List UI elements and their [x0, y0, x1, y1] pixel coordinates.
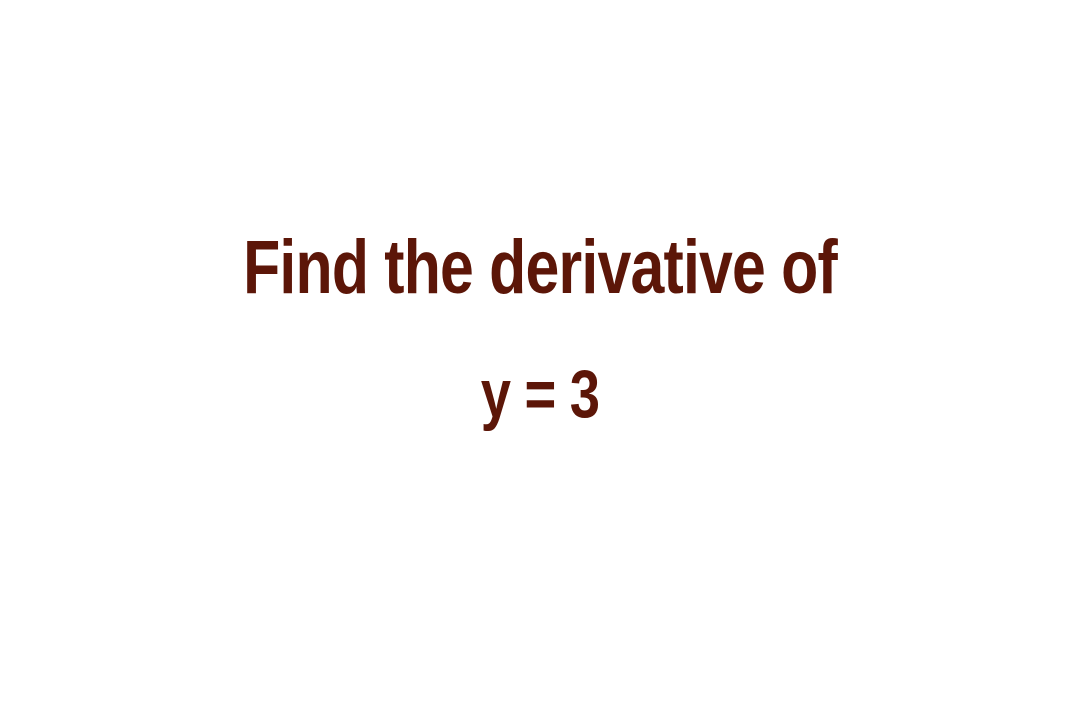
question-prompt: Find the derivative of — [243, 225, 838, 310]
question-equation: y = 3 — [480, 356, 600, 432]
question-slide: Find the derivative of y = 3 — [0, 0, 1080, 728]
